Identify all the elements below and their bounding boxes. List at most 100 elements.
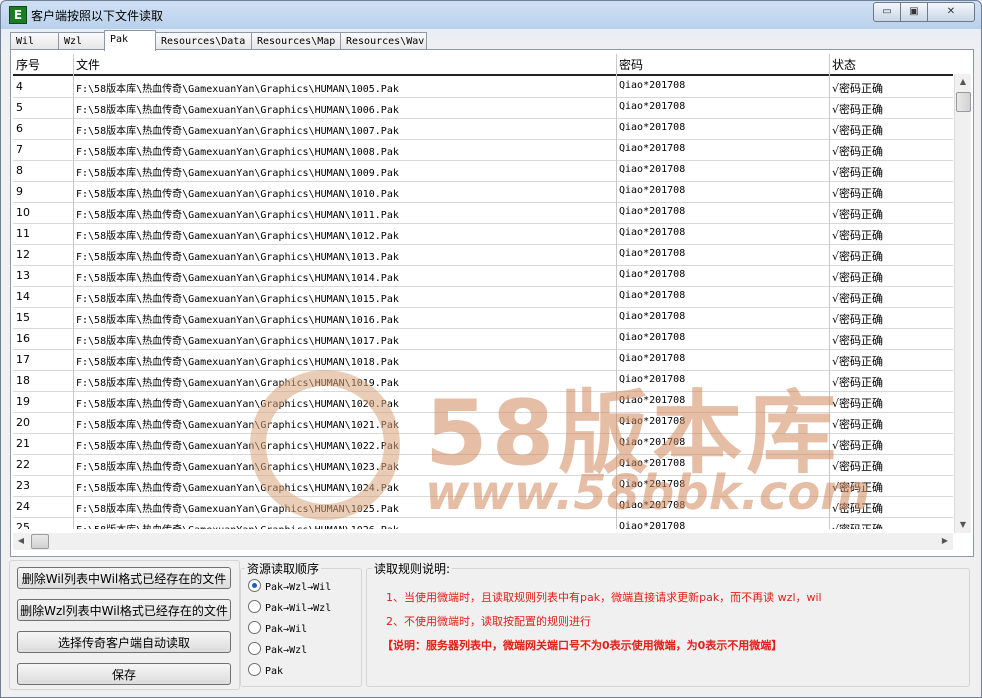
tab-pak[interactable]: Pak: [104, 30, 156, 51]
table-row[interactable]: 13 F:\58版本库\热血传奇\GamexuanYan\Graphics\HUM…: [13, 265, 953, 287]
column-divider: [616, 54, 617, 529]
cell-no: 13: [16, 269, 30, 282]
table-row[interactable]: 15 F:\58版本库\热血传奇\GamexuanYan\Graphics\HUM…: [13, 307, 953, 329]
cell-no: 15: [16, 311, 30, 324]
cell-status: √密码正确: [832, 124, 884, 137]
table-row[interactable]: 4 F:\58版本库\热血传奇\GamexuanYan\Graphics\HUMA…: [13, 76, 953, 98]
scroll-thumb-horizontal[interactable]: [31, 534, 49, 549]
cell-password: Qiao*201708: [619, 332, 686, 343]
cell-file: F:\58版本库\热血传奇\GamexuanYan\Graphics\HUMAN…: [76, 357, 399, 368]
table-row[interactable]: 11 F:\58版本库\热血传奇\GamexuanYan\Graphics\HUM…: [13, 223, 953, 245]
cell-no: 5: [16, 101, 23, 114]
table-row[interactable]: 17 F:\58版本库\热血传奇\GamexuanYan\Graphics\HUM…: [13, 349, 953, 371]
table-row[interactable]: 5 F:\58版本库\热血传奇\GamexuanYan\Graphics\HUMA…: [13, 97, 953, 119]
cell-no: 18: [16, 374, 30, 387]
delete-wzl-button[interactable]: 删除Wzl列表中Wil格式已经存在的文件: [17, 599, 231, 621]
table-row[interactable]: 18 F:\58版本库\热血传奇\GamexuanYan\Graphics\HUM…: [13, 370, 953, 392]
tab-wil[interactable]: Wil: [10, 32, 59, 49]
radio-pak[interactable]: Pak: [248, 663, 283, 679]
cell-password: Qiao*201708: [619, 521, 686, 529]
scroll-right-icon[interactable]: ▶: [937, 533, 953, 549]
auto-read-button[interactable]: 选择传奇客户端自动读取: [17, 631, 231, 653]
cell-status: √密码正确: [832, 460, 884, 473]
cell-file: F:\58版本库\热血传奇\GamexuanYan\Graphics\HUMAN…: [76, 252, 399, 263]
table-row[interactable]: 24 F:\58版本库\热血传奇\GamexuanYan\Graphics\HUM…: [13, 496, 953, 518]
save-button[interactable]: 保存: [17, 663, 231, 685]
maximize-button[interactable]: ▣: [900, 2, 928, 22]
table-row[interactable]: 22 F:\58版本库\热血传奇\GamexuanYan\Graphics\HUM…: [13, 454, 953, 476]
cell-file: F:\58版本库\热血传奇\GamexuanYan\Graphics\HUMAN…: [76, 483, 399, 494]
cell-no: 17: [16, 353, 30, 366]
table-row[interactable]: 8 F:\58版本库\热血传奇\GamexuanYan\Graphics\HUMA…: [13, 160, 953, 182]
cell-no: 7: [16, 143, 23, 156]
cell-status: √密码正确: [832, 376, 884, 389]
column-header-no[interactable]: 序号: [16, 56, 40, 73]
tab-resources-data[interactable]: Resources\Data: [155, 32, 252, 49]
table-row[interactable]: 12 F:\58版本库\热血传奇\GamexuanYan\Graphics\HUM…: [13, 244, 953, 266]
tab-resources-wav[interactable]: Resources\Wav: [340, 32, 427, 49]
radio-pak-wzl-wil[interactable]: Pak→Wzl→Wil: [248, 579, 331, 595]
cell-status: √密码正确: [832, 313, 884, 326]
tab-resources-map[interactable]: Resources\Map: [251, 32, 341, 49]
title-bar[interactable]: E 客户端按照以下文件读取 ▭ ▣ ✕: [1, 1, 981, 29]
cell-password: Qiao*201708: [619, 227, 686, 238]
cell-status: √密码正确: [832, 355, 884, 368]
table-row[interactable]: 9 F:\58版本库\热血传奇\GamexuanYan\Graphics\HUMA…: [13, 181, 953, 203]
table-row[interactable]: 19 F:\58版本库\热血传奇\GamexuanYan\Graphics\HUM…: [13, 391, 953, 413]
cell-status: √密码正确: [832, 229, 884, 242]
cell-no: 19: [16, 395, 30, 408]
cell-password: Qiao*201708: [619, 416, 686, 427]
cell-status: √密码正确: [832, 439, 884, 452]
cell-status: √密码正确: [832, 418, 884, 431]
file-list-panel: 序号 文件 密码 状态 4 F:\58版本库\热血传奇\GamexuanYan\G…: [10, 49, 974, 557]
table-row[interactable]: 23 F:\58版本库\热血传奇\GamexuanYan\Graphics\HUM…: [13, 475, 953, 497]
tab-wzl[interactable]: Wzl: [58, 32, 105, 49]
table-header: 序号 文件 密码 状态: [13, 54, 953, 76]
cell-password: Qiao*201708: [619, 437, 686, 448]
cell-file: F:\58版本库\热血传奇\GamexuanYan\Graphics\HUMAN…: [76, 168, 399, 179]
scroll-left-icon[interactable]: ◀: [13, 533, 29, 549]
table-row[interactable]: 6 F:\58版本库\热血传奇\GamexuanYan\Graphics\HUMA…: [13, 118, 953, 140]
cell-file: F:\58版本库\热血传奇\GamexuanYan\Graphics\HUMAN…: [76, 231, 399, 242]
cell-password: Qiao*201708: [619, 458, 686, 469]
table-row[interactable]: 14 F:\58版本库\热血传奇\GamexuanYan\Graphics\HUM…: [13, 286, 953, 308]
cell-file: F:\58版本库\热血传奇\GamexuanYan\Graphics\HUMAN…: [76, 336, 399, 347]
cell-file: F:\58版本库\热血传奇\GamexuanYan\Graphics\HUMAN…: [76, 147, 399, 158]
cell-password: Qiao*201708: [619, 248, 686, 259]
vertical-scrollbar[interactable]: ▲ ▼: [954, 74, 971, 533]
cell-password: Qiao*201708: [619, 395, 686, 406]
table-row[interactable]: 21 F:\58版本库\热血传奇\GamexuanYan\Graphics\HUM…: [13, 433, 953, 455]
column-header-status[interactable]: 状态: [832, 56, 856, 73]
table-row[interactable]: 10 F:\58版本库\热血传奇\GamexuanYan\Graphics\HUM…: [13, 202, 953, 224]
cell-file: F:\58版本库\热血传奇\GamexuanYan\Graphics\HUMAN…: [76, 504, 399, 515]
cell-password: Qiao*201708: [619, 479, 686, 490]
minimize-button[interactable]: ▭: [873, 2, 901, 22]
radio-pak-wzl[interactable]: Pak→Wzl: [248, 642, 307, 658]
cell-status: √密码正确: [832, 481, 884, 494]
column-header-file[interactable]: 文件: [76, 56, 100, 73]
scroll-thumb[interactable]: [956, 92, 971, 112]
close-button[interactable]: ✕: [927, 2, 975, 22]
file-table[interactable]: 序号 文件 密码 状态 4 F:\58版本库\热血传奇\GamexuanYan\G…: [13, 54, 953, 529]
rule-line-2: 2、不使用微端时，读取按配置的规则进行: [386, 615, 591, 628]
cell-password: Qiao*201708: [619, 80, 686, 91]
table-row[interactable]: 25 F:\58版本库\热血传奇\GamexuanYan\Graphics\HUM…: [13, 517, 953, 529]
cell-status: √密码正确: [832, 271, 884, 284]
radio-pak-wil[interactable]: Pak→Wil: [248, 621, 307, 637]
scroll-up-icon[interactable]: ▲: [955, 74, 971, 90]
radio-pak-wil-wzl[interactable]: Pak→Wil→Wzl: [248, 600, 331, 616]
table-row[interactable]: 20 F:\58版本库\热血传奇\GamexuanYan\Graphics\HUM…: [13, 412, 953, 434]
cell-status: √密码正确: [832, 292, 884, 305]
cell-password: Qiao*201708: [619, 164, 686, 175]
cell-password: Qiao*201708: [619, 290, 686, 301]
table-row[interactable]: 16 F:\58版本库\热血传奇\GamexuanYan\Graphics\HUM…: [13, 328, 953, 350]
rules-title: 读取规则说明:: [372, 560, 453, 577]
cell-file: F:\58版本库\热血传奇\GamexuanYan\Graphics\HUMAN…: [76, 378, 399, 389]
table-row[interactable]: 7 F:\58版本库\热血传奇\GamexuanYan\Graphics\HUMA…: [13, 139, 953, 161]
horizontal-scrollbar[interactable]: ◀ ▶: [13, 533, 953, 550]
delete-wil-button[interactable]: 删除Wil列表中Wil格式已经存在的文件: [17, 567, 231, 589]
radio-icon: [248, 642, 261, 655]
scroll-down-icon[interactable]: ▼: [955, 517, 971, 533]
column-header-password[interactable]: 密码: [619, 56, 643, 73]
cell-status: √密码正确: [832, 208, 884, 221]
